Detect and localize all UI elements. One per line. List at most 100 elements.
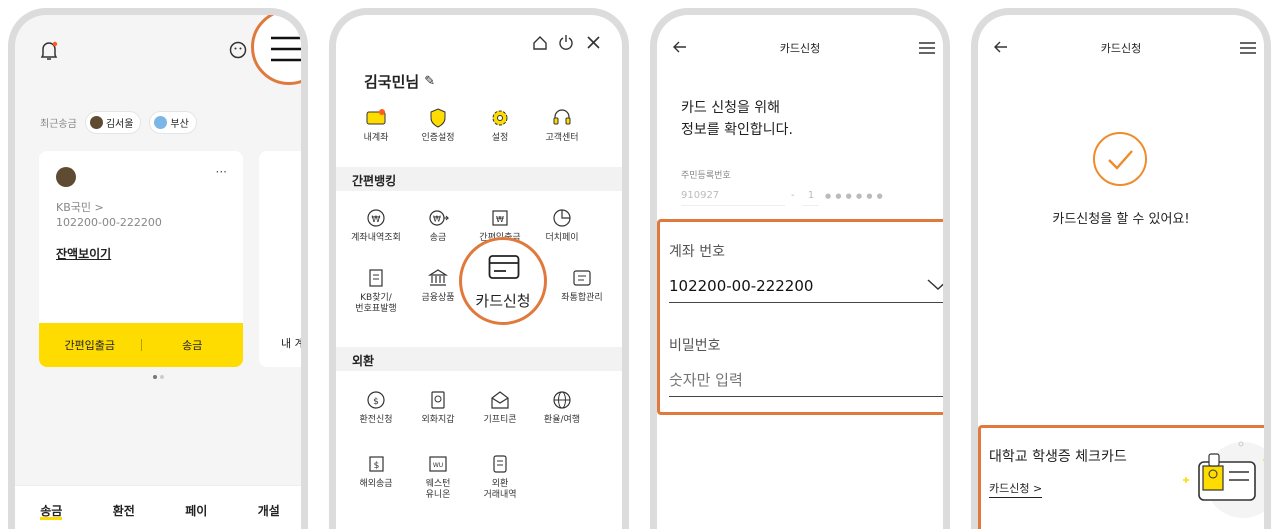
more-options-button[interactable]: ··· [216,165,227,179]
home-icon[interactable] [532,35,548,51]
wu-logo-icon: WU [427,453,449,475]
nav-exchange[interactable]: 환전 [113,502,135,529]
card-apply-highlight[interactable]: 카드신청 [459,237,547,325]
menu-item-fx-wallet[interactable]: 외화지갑 [408,389,468,426]
menu-item-settings[interactable]: 설정 [470,107,530,144]
show-balance-link[interactable]: 잔액보이기 [56,245,111,262]
rrn-first-digit[interactable]: 1 [803,190,819,206]
ticket-icon [365,267,387,289]
nav-pay[interactable]: 페이 [185,502,207,529]
won-circle-icon: ₩ [365,207,387,229]
next-account-card[interactable]: 내 계 [259,151,305,367]
account-number: 102200-00-222200 [56,216,162,229]
menu-item-transfer[interactable]: ₩ 송금 [408,207,468,244]
recent-transfer-label: 최근송금 [40,118,77,130]
account-select[interactable]: 102200-00-222200 [669,269,943,303]
svg-text:$: $ [373,397,379,407]
card-apply-label: 카드신청 [475,292,531,310]
svg-text:₩: ₩ [496,215,504,224]
hamburger-menu-icon[interactable] [919,42,935,54]
recent-transfer-row: 최근송금 김서울 부산 [40,109,197,135]
page-title: 카드신청 [1100,42,1142,55]
transfer-button[interactable]: 송금 [142,337,244,353]
power-icon[interactable] [558,34,574,51]
card-icon [365,107,387,129]
kb-logo-icon [89,115,103,129]
page-title: 카드신청 [779,42,821,55]
headset-icon [551,107,573,129]
bottom-nav: 송금 환전 페이 개설 [15,485,301,529]
menu-item-exchange-apply[interactable]: $ 환전신청 [346,389,406,426]
menu-item-customer-center[interactable]: 고객센터 [532,107,592,144]
section-foreign-exchange: 외환 [352,354,375,368]
recent-chip[interactable]: 김서울 [84,110,142,134]
promo-title: 대학교 학생증 체크카드 [989,449,1127,465]
close-icon[interactable] [586,35,601,50]
section-header [336,347,622,371]
carousel-dots [153,375,164,379]
svg-text:$: $ [374,461,380,471]
rrn-dash: - [791,190,795,201]
phone-screen-card-result: 카드신청 카드신청을 할 수 있어요! 대학교 학생증 체크카드 카드신청 > [971,8,1271,529]
form-heading: 카드 신청을 위해 정보를 확인합니다. [681,100,793,138]
student-card-icon [1179,430,1264,520]
kb-logo-icon [56,167,76,187]
phone-screen-menu: 김국민님 ✎ 내계좌 인증설정 설정 고객센터 간편뱅킹 ₩ 계좌내역조회 ₩ … [329,8,629,529]
user-name: 김국민님 ✎ [364,73,436,91]
bell-icon[interactable] [40,41,58,61]
svg-text:WU: WU [433,462,443,469]
promo-banner[interactable]: 대학교 학생증 체크카드 카드신청 > [981,428,1264,529]
account-select-value: 102200-00-222200 [669,276,814,295]
svg-text:₩: ₩ [433,215,441,224]
password-input[interactable] [669,363,943,397]
edit-pencil-icon[interactable]: ✎ [424,74,435,89]
check-circle-icon [1092,131,1148,187]
pie-icon [551,207,573,229]
hamburger-menu-icon[interactable] [269,35,301,63]
recent-chip[interactable]: 부산 [149,110,197,134]
smile-icon[interactable] [229,41,247,59]
bank-icon [427,267,449,289]
menu-item-my-account[interactable]: 내계좌 [346,107,406,144]
menu-item-kb-find[interactable]: KB찾기/ 번호표발행 [346,267,406,315]
document-list-icon [489,453,511,475]
rrn-label: 주민등록번호 [681,171,731,181]
next-card-label: 내 계 [281,337,305,350]
svg-text:₩: ₩ [372,215,381,225]
phone-screen-home: 최근송금 김서울 부산 ··· KB국민 > 102200-00-222200 … [8,8,308,529]
menu-item-auth-settings[interactable]: 인증설정 [408,107,468,144]
hamburger-menu-icon[interactable] [1240,42,1256,54]
menu-item-account-history[interactable]: ₩ 계좌내역조회 [346,207,406,244]
quick-deposit-button[interactable]: 간편입출금 [39,337,141,353]
account-card[interactable]: ··· KB국민 > 102200-00-222200 잔액보이기 간편입출금 … [39,151,243,367]
menu-item-fx-history[interactable]: 외환 거래내역 [470,453,530,501]
carousel-dot-active [153,375,157,379]
carousel-dot [160,375,164,379]
result-message: 카드신청을 할 수 있어요! [1052,212,1190,227]
gear-icon [489,107,511,129]
won-box-icon: ₩ [489,207,511,229]
credit-card-icon [488,254,520,280]
chevron-down-icon [927,276,943,295]
menu-item-account-integration[interactable]: 좌통합관리 [552,267,612,304]
info-box-icon [571,267,593,289]
menu-item-rate-travel[interactable]: 환율/여행 [532,389,592,426]
nav-transfer[interactable]: 송금 [40,502,63,520]
account-bank[interactable]: KB국민 > [56,199,104,215]
apply-card-link[interactable]: 카드신청 > [989,480,1043,498]
password-label: 비밀번호 [669,338,721,354]
card-action-bar: 간편입출금 송금 [39,323,243,367]
menu-item-western-union[interactable]: WU 웨스턴 유니온 [408,453,468,501]
dollar-circle-icon: $ [365,389,387,411]
globe-icon [551,389,573,411]
nav-open[interactable]: 개설 [258,502,280,529]
menu-item-gifticon[interactable]: 기프티콘 [470,389,530,426]
menu-item-overseas-transfer[interactable]: $ 해외송금 [346,453,406,490]
gift-envelope-icon [489,389,511,411]
phone-screen-card-form: 카드신청 카드 신청을 위해 정보를 확인합니다. 주민등록번호 910927 … [650,8,950,529]
shield-icon [427,107,449,129]
menu-item-dutch-pay[interactable]: 더치페이 [532,207,592,244]
rrn-front-field[interactable]: 910927 [681,190,785,206]
rrn-masked: ● ● ● ● ● ● [825,192,884,200]
won-send-icon: ₩ [427,207,450,229]
